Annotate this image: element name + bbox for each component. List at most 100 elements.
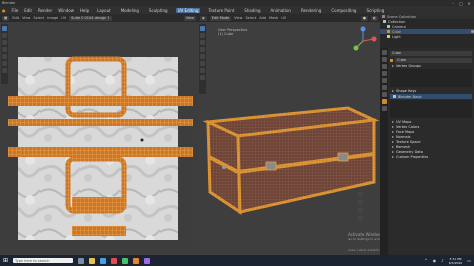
tab-animation[interactable]: Animation <box>269 8 293 13</box>
mesh-data-tab-icon[interactable] <box>381 99 387 104</box>
viewport-type-button[interactable]: ◈ <box>200 15 207 21</box>
image-name-field[interactable]: Suite 0 0104 design 1 <box>69 15 112 21</box>
mesh-name-field[interactable]: Cube <box>395 57 472 63</box>
vp-menu-select[interactable]: Select <box>245 16 256 20</box>
mesh-icon <box>387 30 390 33</box>
network-icon[interactable]: ◉ <box>433 258 437 263</box>
clock-date: 6/3/2020 <box>448 260 463 265</box>
object-tab-icon[interactable] <box>381 85 387 90</box>
panel-label: Geometry Data <box>396 149 423 154</box>
expand-arrow-icon <box>392 89 394 92</box>
tool-tab-icon[interactable] <box>381 50 387 55</box>
properties-search-field[interactable]: Cube <box>390 50 472 56</box>
tray-arrow-icon[interactable]: ^ <box>424 258 427 263</box>
uv-menu-image[interactable]: Image <box>47 16 58 20</box>
3d-viewport[interactable]: User Perspective (1) Cube Activate Windo… <box>198 22 465 255</box>
panel-label: Custom Properties <box>396 154 429 159</box>
panel-vertex-groups[interactable]: Vertex Groups <box>390 63 472 68</box>
material-tab-icon[interactable] <box>381 106 387 111</box>
file-explorer-icon[interactable] <box>89 257 96 264</box>
modifier-tab-icon[interactable] <box>381 92 387 97</box>
tab-sculpting[interactable]: Sculpting <box>147 8 170 13</box>
outliner-row-light[interactable]: Light <box>380 34 474 39</box>
blender-taskbar-icon[interactable] <box>133 257 140 264</box>
material-slot-row[interactable]: Blender Basic <box>390 94 472 99</box>
volume-icon[interactable]: ♪ <box>441 258 444 263</box>
windows-start-icon[interactable]: ⊞ <box>3 257 8 264</box>
menu-file[interactable]: File <box>12 8 19 13</box>
tab-rendering[interactable]: Rendering <box>299 8 323 13</box>
tab-texture-paint[interactable]: Texture Paint <box>206 8 236 13</box>
outliner-row-label: Camera <box>392 24 406 29</box>
shape-keys-list[interactable] <box>390 100 472 118</box>
panel-label: Remesh <box>396 144 411 149</box>
minimize-button[interactable]: – <box>450 1 456 6</box>
ortho-grid-icon[interactable] <box>358 216 363 221</box>
taskbar-search-box[interactable]: Type here to search <box>13 258 74 263</box>
uv-menu-uv[interactable]: UV <box>61 16 66 20</box>
menu-help[interactable]: Help <box>80 8 89 13</box>
uv-editor-area[interactable] <box>0 22 198 255</box>
uv-menu-edit[interactable]: Edit <box>12 16 19 20</box>
app-title: Blender <box>2 1 16 5</box>
uv-menu-select[interactable]: Select <box>33 16 44 20</box>
panel-custom-properties[interactable]: Custom Properties <box>390 154 472 159</box>
close-button[interactable]: ✕ <box>466 1 472 6</box>
shading-material-button[interactable]: ◐ <box>370 15 378 21</box>
notification-icon[interactable]: ▭ <box>467 258 471 263</box>
panel-label: Face Maps <box>396 129 415 134</box>
panel-label: Shape Keys <box>396 88 417 93</box>
uv-editor-header: ▦ Edit View Select Image UV Suite 0 0104… <box>0 14 198 22</box>
world-tab-icon[interactable] <box>381 78 387 83</box>
blender-logo-icon[interactable]: ● <box>2 8 6 13</box>
tab-compositing[interactable]: Compositing <box>329 8 358 13</box>
tab-shading[interactable]: Shading <box>242 8 262 13</box>
properties-content: Cube Cube Vertex Groups Shape Keys Blend… <box>388 48 474 159</box>
render-tab-icon[interactable] <box>381 57 387 62</box>
outliner-type-icon[interactable] <box>382 15 385 18</box>
vp-menu-uv[interactable]: UV <box>281 16 286 20</box>
menu-edit[interactable]: Edit <box>24 8 32 13</box>
panel-shape-keys[interactable]: Shape Keys <box>390 88 472 93</box>
material-sphere-icon <box>393 95 396 98</box>
top-menu-bar: ● File Edit Render Window Help Layout Mo… <box>0 6 474 14</box>
expand-arrow-icon <box>392 155 394 158</box>
vertex-groups-list[interactable] <box>390 69 472 87</box>
uv-view-dropdown[interactable]: View <box>183 15 196 21</box>
menu-render[interactable]: Render <box>38 8 52 13</box>
properties-panel: Cube Cube Vertex Groups Shape Keys Blend… <box>380 48 474 255</box>
scene-tab-icon[interactable] <box>381 71 387 76</box>
light-icon <box>387 35 390 38</box>
vp-menu-mesh[interactable]: Mesh <box>269 16 278 20</box>
mode-dropdown[interactable]: Edit Mode <box>209 15 232 21</box>
outliner-panel: Scene Collection Collection Camera Cube … <box>380 14 474 48</box>
store-app-icon[interactable] <box>122 257 129 264</box>
camera-view-icon[interactable] <box>358 208 363 213</box>
expand-arrow-icon <box>392 145 394 148</box>
task-view-icon[interactable] <box>78 257 85 264</box>
vp-menu-add[interactable]: Add <box>259 16 266 20</box>
app-taskbar-icon[interactable] <box>144 257 151 264</box>
vp-menu-view[interactable]: View <box>234 16 242 20</box>
maximize-button[interactable]: ▢ <box>458 1 464 6</box>
output-tab-icon[interactable] <box>381 64 387 69</box>
windows-taskbar: ⊞ Type here to search ^ ◉ ♪ 3:31 PM 6/3/… <box>0 255 474 266</box>
uv-layout-canvas <box>8 56 193 240</box>
zoom-icon[interactable] <box>358 192 363 197</box>
tab-uv-editing[interactable]: UV Editing <box>175 7 201 13</box>
tab-modeling[interactable]: Modeling <box>119 8 141 13</box>
mesh-data-icon <box>390 58 393 62</box>
uv-menu-view[interactable]: View <box>22 16 30 20</box>
taskbar-clock[interactable]: 3:31 PM 6/3/2020 <box>449 257 462 265</box>
chrome-browser-icon[interactable] <box>111 257 118 264</box>
tab-scripting[interactable]: Scripting <box>364 8 386 13</box>
panel-label: Normals <box>396 134 411 139</box>
tab-layout[interactable]: Layout <box>95 8 113 13</box>
expand-arrow-icon <box>392 125 394 128</box>
viewport-nav-buttons <box>358 192 376 232</box>
pan-hand-icon[interactable] <box>358 200 363 205</box>
menu-window[interactable]: Window <box>58 8 74 13</box>
edge-browser-icon[interactable] <box>100 257 107 264</box>
uv-editor-type-button[interactable]: ▦ <box>2 15 10 21</box>
shading-solid-button[interactable]: ● <box>360 15 368 21</box>
